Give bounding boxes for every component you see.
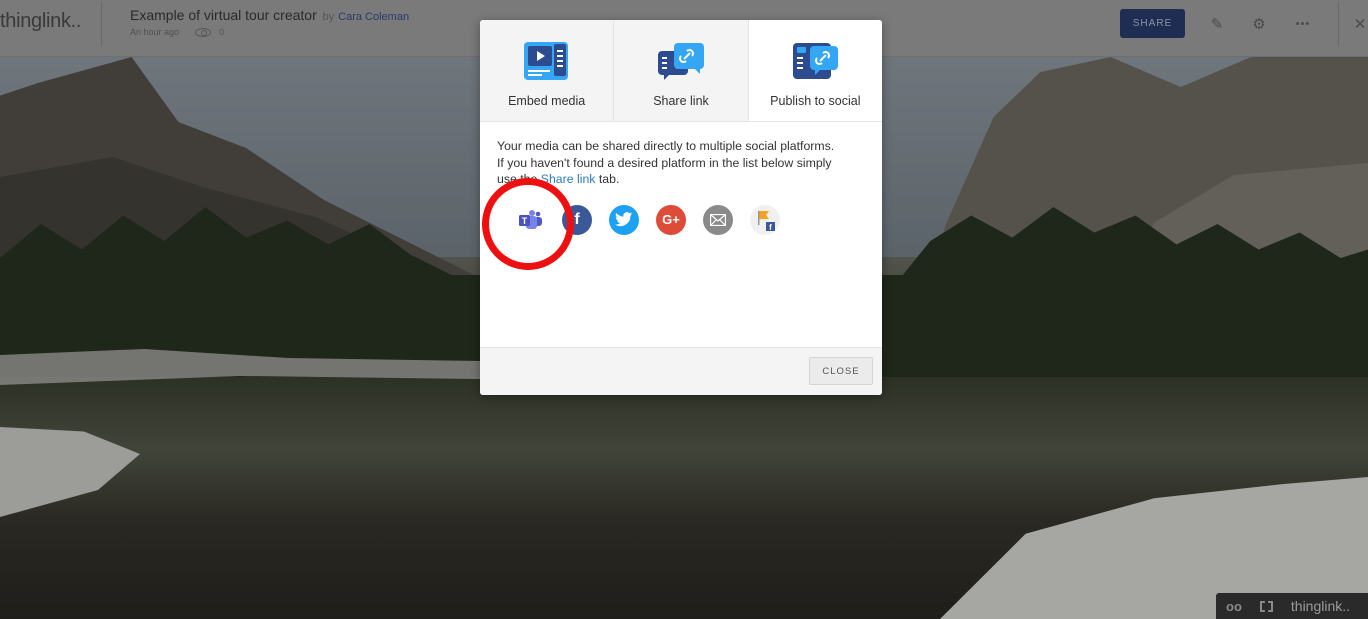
- teams-button[interactable]: T: [515, 205, 545, 235]
- tab-label: Share link: [653, 94, 709, 108]
- thinglink-brand[interactable]: thinglink..: [1291, 598, 1350, 614]
- tab-share-link[interactable]: Share link: [614, 20, 749, 121]
- viewer-controls: oo thinglink..: [1216, 593, 1368, 619]
- fullscreen-icon[interactable]: [1259, 600, 1273, 612]
- social-buttons: T f G+ f: [480, 188, 882, 235]
- share-tabs: Embed media Share link Publish to social: [480, 20, 882, 122]
- by-label: by: [322, 11, 335, 23]
- twitter-button[interactable]: [609, 204, 639, 235]
- tab-label: Embed media: [508, 94, 586, 108]
- more-icon[interactable]: •••: [1293, 14, 1313, 34]
- microsoft-teams-icon: T: [519, 209, 542, 229]
- description-line: If you haven't found a desired platform …: [497, 155, 832, 170]
- page-title: Example of virtual tour creator by Cara …: [130, 7, 409, 23]
- embed-media-icon: [523, 42, 568, 80]
- workplace-button[interactable]: f: [750, 204, 780, 235]
- divider: [1338, 2, 1339, 46]
- description-text: tab.: [595, 172, 620, 186]
- share-button[interactable]: SHARE: [1120, 9, 1185, 38]
- title-block: Example of virtual tour creator by Cara …: [130, 7, 409, 37]
- meta-row: An hour ago 0: [130, 27, 409, 37]
- divider: [101, 2, 102, 46]
- description: Your media can be shared directly to mul…: [480, 122, 882, 188]
- twitter-icon: [615, 212, 633, 227]
- description-text: use the: [497, 172, 541, 186]
- share-link-tab-link[interactable]: Share link: [541, 172, 596, 186]
- email-button[interactable]: [703, 204, 733, 235]
- svg-text:f: f: [769, 223, 772, 231]
- description-line: Your media can be shared directly to mul…: [497, 139, 835, 153]
- share-modal: Embed media Share link Publish to social…: [480, 20, 882, 395]
- facebook-button[interactable]: f: [562, 204, 592, 235]
- gear-icon[interactable]: ⚙: [1249, 14, 1269, 34]
- workplace-flag-icon: f: [758, 210, 775, 231]
- share-link-icon: [657, 43, 704, 80]
- thinglink-logo[interactable]: thinglink..: [0, 10, 82, 33]
- email-icon: [710, 213, 726, 226]
- tab-label: Publish to social: [770, 94, 861, 108]
- timestamp: An hour ago: [130, 27, 180, 37]
- description-line: use the Share link tab.: [497, 171, 865, 188]
- pencil-icon[interactable]: ✎: [1207, 14, 1227, 34]
- tab-embed-media[interactable]: Embed media: [480, 20, 615, 121]
- vr-goggles-icon[interactable]: oo: [1226, 599, 1242, 614]
- author-link[interactable]: Cara Coleman: [338, 11, 409, 23]
- publish-social-icon: [793, 43, 839, 79]
- title-text: Example of virtual tour creator: [130, 7, 317, 23]
- close-icon[interactable]: ✕: [1350, 14, 1368, 34]
- modal-footer: CLOSE: [480, 347, 882, 395]
- tab-publish-to-social[interactable]: Publish to social: [748, 20, 882, 121]
- view-count: 0: [219, 27, 225, 37]
- svg-text:T: T: [522, 216, 528, 226]
- google-plus-icon: G+: [662, 212, 680, 227]
- eye-icon: [195, 27, 212, 37]
- google-plus-button[interactable]: G+: [656, 204, 686, 235]
- close-button[interactable]: CLOSE: [809, 357, 873, 385]
- facebook-icon: f: [574, 210, 580, 228]
